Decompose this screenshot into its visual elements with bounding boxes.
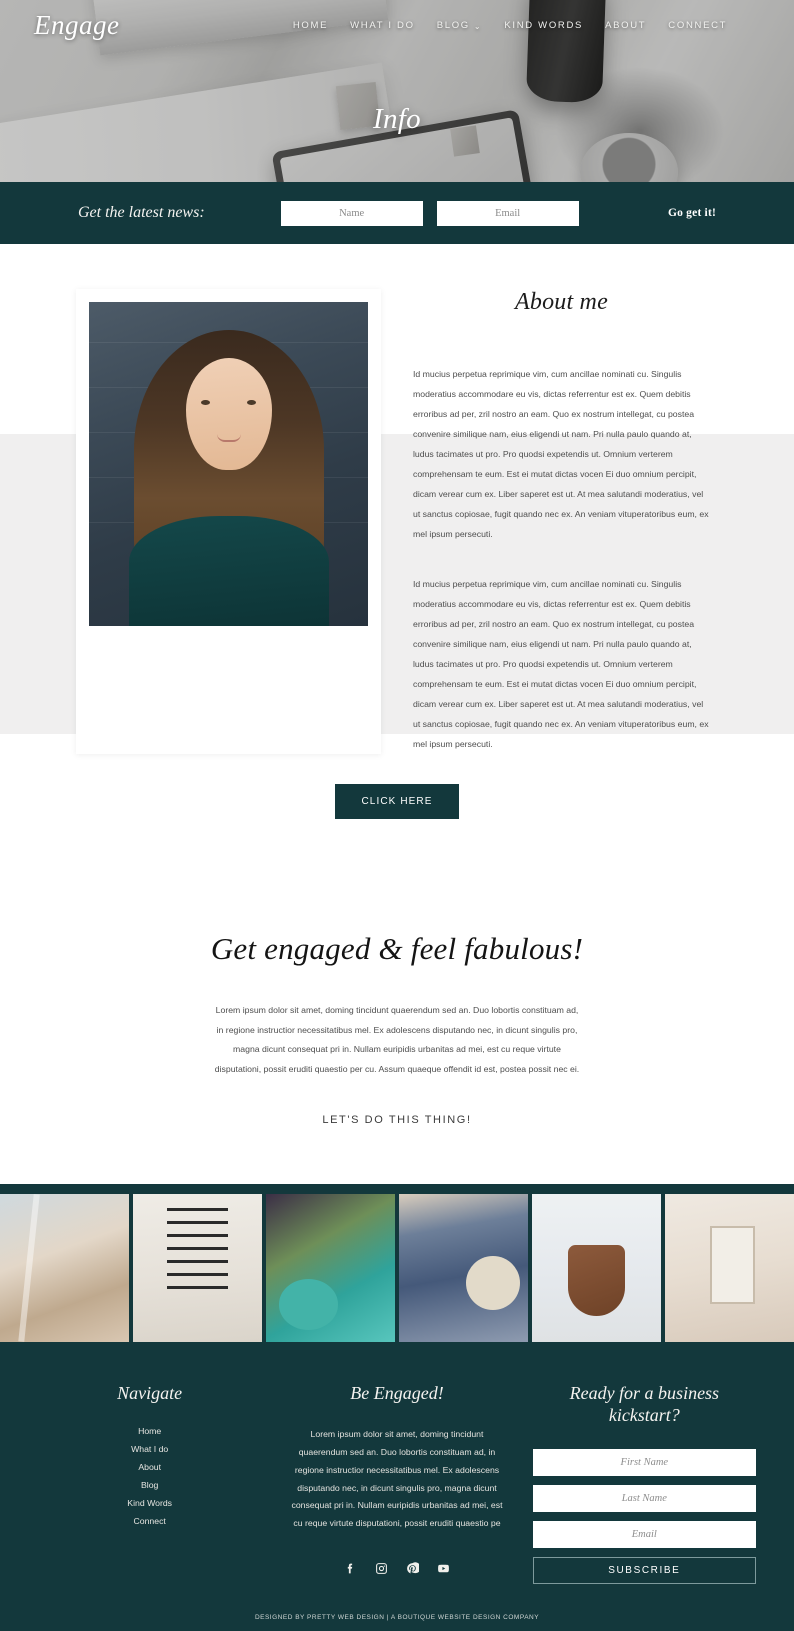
footer-navigate-heading: Navigate (117, 1382, 183, 1403)
engaged-paragraph: Lorem ipsum dolor sit amet, doming tinci… (214, 1005, 580, 1075)
last-name-field[interactable] (532, 1484, 756, 1512)
avatar (89, 302, 368, 626)
about-paragraph-2: Id mucius perpetua reprimique vim, cum a… (413, 579, 709, 750)
lets-do-this-thing-link[interactable]: LET'S DO THIS THING! (322, 1114, 471, 1126)
engaged-section: Get engaged & feel fabulous! Lorem ipsum… (0, 879, 794, 1184)
subscribe-form: SUBSCRIBE (532, 1448, 756, 1584)
portrait-eye-right (247, 400, 256, 405)
nav-item-about[interactable]: ABOUT (605, 20, 646, 31)
newsletter-submit-button[interactable]: Go get it! (668, 207, 716, 219)
footer-nav-kind-words[interactable]: Kind Words (38, 1498, 261, 1508)
newsletter-email-input[interactable] (436, 200, 579, 226)
footer-engaged-heading: Be Engaged! (350, 1382, 444, 1403)
footer-subscribe-column: Ready for a business kickstart? SUBSCRIB… (521, 1382, 768, 1584)
nav-label: ABOUT (605, 20, 647, 31)
footer-nav-connect[interactable]: Connect (38, 1516, 261, 1526)
footer-credit: DESIGNED BY PRETTY WEB DESIGN | A BOUTIQ… (254, 1613, 540, 1621)
footer-nav-blog[interactable]: Blog (38, 1480, 261, 1490)
email-field[interactable] (532, 1520, 756, 1548)
gallery-item-bedroom-decor[interactable] (665, 1193, 794, 1342)
photo-gallery-strip (0, 1183, 794, 1352)
portrait-body-shape (128, 516, 329, 626)
nav-item-home[interactable]: HOME (293, 20, 328, 31)
first-name-field[interactable] (532, 1448, 756, 1476)
nav-item-connect[interactable]: CONNECT (668, 20, 727, 31)
footer-nav-home[interactable]: Home (38, 1426, 261, 1436)
nav-label: HOME (292, 20, 329, 31)
youtube-icon[interactable] (436, 1561, 451, 1576)
portrait-face-shape (185, 358, 272, 470)
main-nav: HOME WHAT I DO BLOG ⌄ KIND WORDS ABOUT C… (284, 20, 760, 31)
chevron-down-icon: ⌄ (473, 21, 483, 31)
footer-subscribe-heading: Ready for a business kickstart? (569, 1382, 720, 1426)
footer: Navigate Home What I do About Blog Kind … (0, 1351, 794, 1631)
page-root: Engage HOME WHAT I DO BLOG ⌄ KIND WORDS … (0, 0, 794, 1631)
subscribe-button[interactable]: SUBSCRIBE (532, 1556, 756, 1584)
nav-item-kind-words[interactable]: KIND WORDS (504, 20, 583, 31)
facebook-icon[interactable] (343, 1561, 358, 1576)
about-content: About me Id mucius perpetua reprimique v… (0, 244, 794, 755)
about-heading: About me (515, 289, 608, 315)
about-paragraph-1: Id mucius perpetua reprimique vim, cum a… (413, 369, 709, 540)
nav-label: CONNECT (668, 20, 728, 31)
social-links (285, 1561, 508, 1576)
footer-nav-list: Home What I do About Blog Kind Words Con… (38, 1426, 261, 1526)
nav-label: KIND WORDS (504, 20, 584, 31)
nav-label: BLOG (436, 20, 470, 31)
hero-section: Engage HOME WHAT I DO BLOG ⌄ KIND WORDS … (0, 0, 794, 182)
portrait-frame (76, 289, 381, 755)
about-text-column: About me Id mucius perpetua reprimique v… (381, 289, 794, 754)
newsletter-name-input[interactable] (280, 200, 423, 226)
site-logo[interactable]: Engage (34, 10, 284, 41)
about-cta-row: CLICK HERE (0, 754, 794, 879)
page-title: Info (373, 103, 421, 135)
gallery-item-child-guitar[interactable] (532, 1193, 661, 1342)
top-bar: Engage HOME WHAT I DO BLOG ⌄ KIND WORDS … (0, 0, 794, 41)
footer-engaged-paragraph: Lorem ipsum dolor sit amet, doming tinci… (291, 1429, 503, 1529)
engaged-heading: Get engaged & feel fabulous! (210, 931, 584, 967)
newsletter-bar: Get the latest news: Go get it! (0, 182, 794, 244)
nav-item-blog[interactable]: BLOG ⌄ (437, 20, 483, 31)
footer-engaged-column: Be Engaged! Lorem ipsum dolor sit amet, … (273, 1382, 520, 1584)
newsletter-fields (280, 200, 579, 226)
newsletter-label: Get the latest news: (78, 204, 205, 221)
nav-label: WHAT I DO (350, 20, 415, 31)
pinterest-icon[interactable] (405, 1561, 420, 1576)
nav-item-what-i-do[interactable]: WHAT I DO (350, 20, 415, 31)
click-here-button[interactable]: CLICK HERE (335, 784, 459, 820)
gallery-item-woman-bag[interactable] (399, 1193, 528, 1342)
footer-navigate-column: Navigate Home What I do About Blog Kind … (26, 1382, 273, 1584)
gallery-item-cafe-table[interactable] (266, 1193, 395, 1342)
about-section: About me Id mucius perpetua reprimique v… (0, 244, 794, 880)
footer-columns: Navigate Home What I do About Blog Kind … (0, 1382, 794, 1584)
gallery-item-macrame[interactable] (133, 1193, 262, 1342)
instagram-icon[interactable] (374, 1561, 389, 1576)
footer-nav-about[interactable]: About (38, 1462, 261, 1472)
gallery-item-feathers[interactable] (0, 1193, 129, 1342)
footer-nav-what-i-do[interactable]: What I do (38, 1444, 261, 1454)
portrait-eye-left (201, 400, 210, 405)
